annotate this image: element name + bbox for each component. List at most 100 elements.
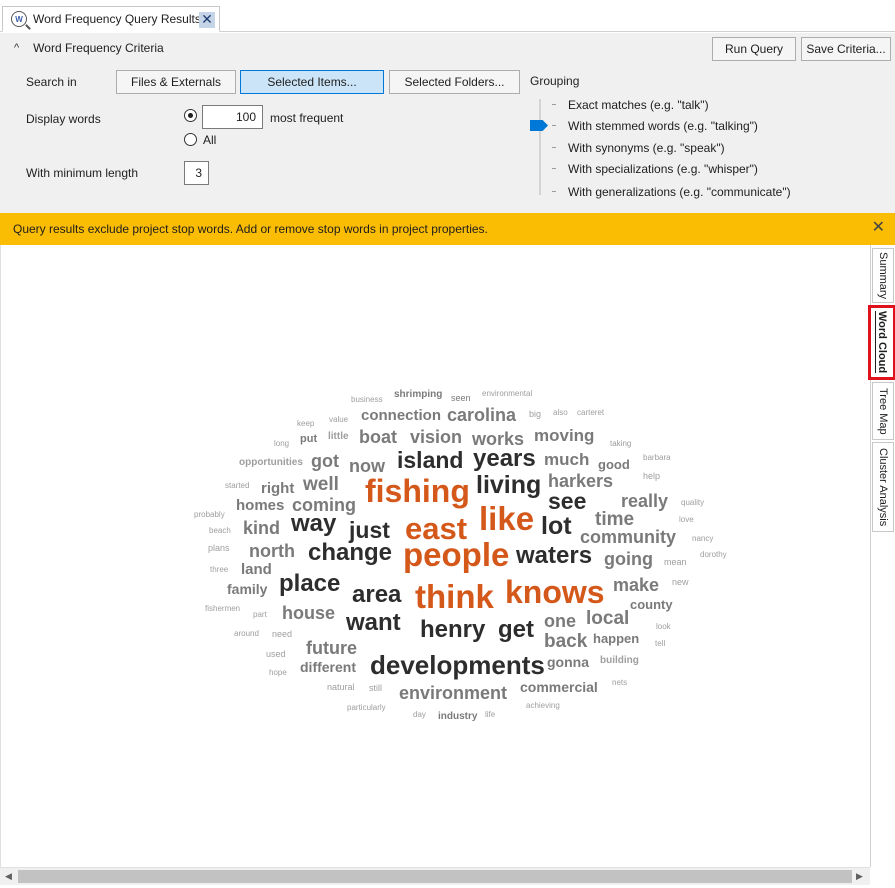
cloud-word-change[interactable]: change <box>308 541 392 565</box>
cloud-word-nancy[interactable]: nancy <box>692 535 713 543</box>
cloud-word-north[interactable]: north <box>249 542 295 560</box>
cloud-word-well[interactable]: well <box>303 475 339 494</box>
cloud-word-people[interactable]: people <box>403 538 509 571</box>
cloud-word-seen[interactable]: seen <box>451 394 471 403</box>
cloud-word-happen[interactable]: happen <box>593 632 639 645</box>
horizontal-scrollbar[interactable]: ◀ ▶ <box>0 867 870 885</box>
cloud-word-also[interactable]: also <box>553 409 568 417</box>
cloud-word-want[interactable]: want <box>346 611 401 635</box>
cloud-word-boat[interactable]: boat <box>359 428 397 446</box>
cloud-word-one[interactable]: one <box>544 612 576 630</box>
cloud-word-henry[interactable]: henry <box>420 618 485 642</box>
cloud-word-three[interactable]: three <box>210 566 228 574</box>
cloud-word-tell[interactable]: tell <box>655 640 665 648</box>
cloud-word-knows[interactable]: knows <box>505 576 605 608</box>
cloud-word-dorothy[interactable]: dorothy <box>700 551 727 559</box>
cloud-word-started[interactable]: started <box>225 482 249 490</box>
cloud-word-kind[interactable]: kind <box>243 519 280 537</box>
cloud-word-like[interactable]: like <box>479 502 534 535</box>
cloud-word-put[interactable]: put <box>300 434 317 445</box>
cloud-word-around[interactable]: around <box>234 630 259 638</box>
cloud-word-still[interactable]: still <box>369 684 382 693</box>
cloud-word-much[interactable]: much <box>544 451 589 468</box>
tab-summary[interactable]: Summary <box>872 248 894 303</box>
cloud-word-years[interactable]: years <box>473 447 536 471</box>
cloud-word-life[interactable]: life <box>485 711 495 719</box>
cloud-word-environmental[interactable]: environmental <box>482 390 532 398</box>
cloud-word-really[interactable]: really <box>621 492 668 510</box>
criteria-header[interactable]: ^ Word Frequency Criteria <box>14 41 164 55</box>
cloud-word-barbara[interactable]: barbara <box>643 454 671 462</box>
cloud-word-future[interactable]: future <box>306 639 357 657</box>
cloud-word-community[interactable]: community <box>580 528 676 546</box>
cloud-word-vision[interactable]: vision <box>410 428 462 446</box>
selected-items-button[interactable]: Selected Items... <box>240 70 384 94</box>
collapse-chevron-icon[interactable]: ^ <box>14 42 19 54</box>
close-notification-icon[interactable]: ✕ <box>872 220 885 236</box>
cloud-word-value[interactable]: value <box>329 416 348 424</box>
files-externals-button[interactable]: Files & Externals <box>116 70 236 94</box>
cloud-word-land[interactable]: land <box>241 562 272 577</box>
tab-word-frequency-results[interactable]: W Word Frequency Query Results ✕ <box>2 6 220 32</box>
cloud-word-love[interactable]: love <box>679 516 694 524</box>
cloud-word-area[interactable]: area <box>352 583 401 607</box>
cloud-word-opportunities[interactable]: opportunities <box>239 458 303 468</box>
cloud-word-mean[interactable]: mean <box>664 558 687 567</box>
display-count-input[interactable]: 100 <box>202 105 263 129</box>
cloud-word-new[interactable]: new <box>672 578 689 587</box>
cloud-word-achieving[interactable]: achieving <box>526 702 560 710</box>
cloud-word-homes[interactable]: homes <box>236 498 284 513</box>
grouping-option-specializations[interactable]: With specializations (e.g. "whisper") <box>568 162 758 176</box>
cloud-word-way[interactable]: way <box>291 512 336 536</box>
cloud-word-living[interactable]: living <box>476 473 541 498</box>
save-criteria-button[interactable]: Save Criteria... <box>801 37 891 61</box>
cloud-word-local[interactable]: local <box>586 609 629 628</box>
cloud-word-different[interactable]: different <box>300 660 356 674</box>
cloud-word-make[interactable]: make <box>613 576 659 594</box>
scroll-right-icon[interactable]: ▶ <box>856 871 863 882</box>
cloud-word-industry[interactable]: industry <box>438 712 477 722</box>
all-words-radio[interactable] <box>184 133 197 146</box>
scroll-left-icon[interactable]: ◀ <box>5 871 12 882</box>
cloud-word-see[interactable]: see <box>548 490 586 513</box>
cloud-word-got[interactable]: got <box>311 452 339 470</box>
grouping-slider-track[interactable] <box>539 99 541 195</box>
min-length-input[interactable]: 3 <box>184 161 209 185</box>
cloud-word-right[interactable]: right <box>261 481 294 496</box>
cloud-word-plans[interactable]: plans <box>208 544 230 553</box>
close-tab-icon[interactable]: ✕ <box>199 12 215 28</box>
cloud-word-used[interactable]: used <box>266 650 286 659</box>
cloud-word-need[interactable]: need <box>272 630 292 639</box>
grouping-option-synonyms[interactable]: With synonyms (e.g. "speak") <box>568 141 725 155</box>
cloud-word-developments[interactable]: developments <box>370 652 545 678</box>
grouping-option-generalizations[interactable]: With generalizations (e.g. "communicate"… <box>568 185 791 199</box>
cloud-word-part[interactable]: part <box>253 611 267 619</box>
cloud-word-fishermen[interactable]: fishermen <box>205 605 240 613</box>
cloud-word-quality[interactable]: quality <box>681 499 704 507</box>
cloud-word-beach[interactable]: beach <box>209 527 231 535</box>
cloud-word-get[interactable]: get <box>498 618 534 642</box>
cloud-word-think[interactable]: think <box>415 580 494 613</box>
selected-folders-button[interactable]: Selected Folders... <box>389 70 520 94</box>
cloud-word-house[interactable]: house <box>282 604 335 622</box>
tab-cluster-analysis[interactable]: Cluster Analysis <box>872 442 894 532</box>
run-query-button[interactable]: Run Query <box>712 37 796 61</box>
cloud-word-hope[interactable]: hope <box>269 669 287 677</box>
cloud-word-probably[interactable]: probably <box>194 511 225 519</box>
cloud-word-commercial[interactable]: commercial <box>520 680 598 694</box>
cloud-word-back[interactable]: back <box>544 632 587 651</box>
cloud-word-shrimping[interactable]: shrimping <box>394 390 442 400</box>
cloud-word-fishing[interactable]: fishing <box>365 475 470 507</box>
cloud-word-taking[interactable]: taking <box>610 440 631 448</box>
cloud-word-gonna[interactable]: gonna <box>547 655 589 669</box>
cloud-word-long[interactable]: long <box>274 440 289 448</box>
cloud-word-keep[interactable]: keep <box>297 420 314 428</box>
cloud-word-county[interactable]: county <box>630 598 673 611</box>
cloud-word-moving[interactable]: moving <box>534 427 594 444</box>
cloud-word-day[interactable]: day <box>413 711 426 719</box>
cloud-word-building[interactable]: building <box>600 656 639 666</box>
cloud-word-environment[interactable]: environment <box>399 684 507 702</box>
cloud-word-business[interactable]: business <box>351 396 383 404</box>
tab-tree-map[interactable]: Tree Map <box>872 382 894 440</box>
most-frequent-radio[interactable] <box>184 109 197 122</box>
